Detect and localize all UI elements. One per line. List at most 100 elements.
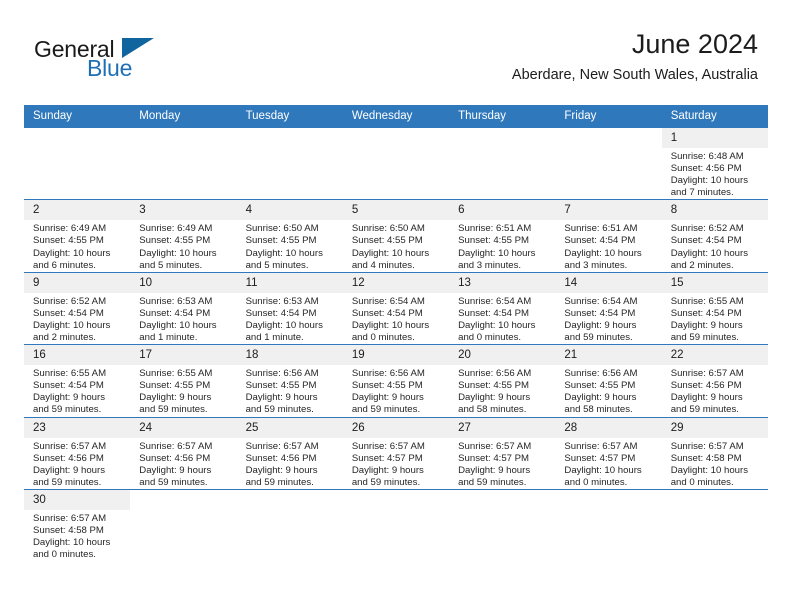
sunset-text: Sunset: 4:56 PM <box>139 452 211 464</box>
daylight-text-line1: Daylight: 9 hours <box>351 392 424 404</box>
day-details: Sunrise: 6:57 AM Sunset: 4:56 PM Daylight:… <box>662 365 768 416</box>
sunrise-text: Sunrise: 6:57 AM <box>33 512 107 524</box>
day-number: 13 <box>449 272 556 293</box>
sunrise-text: Sunrise: 6:52 AM <box>670 223 744 235</box>
location-subtitle: Aberdare, New South Wales, Australia <box>511 67 758 83</box>
sunset-text: Sunset: 4:54 PM <box>351 307 423 319</box>
daylight-text-line1: Daylight: 9 hours <box>245 464 318 476</box>
sunrise-text: Sunrise: 6:57 AM <box>670 368 744 380</box>
sunrise-text: Sunrise: 6:57 AM <box>33 440 107 452</box>
calendar-day-cell[interactable]: 26 Sunrise: 6:57 AM Sunset: 4:57 PM Dayligh… <box>342 416 450 490</box>
title-block: June 2024 Aberdare, New South Wales, Aus… <box>512 28 758 84</box>
calendar-day-cell[interactable]: 1 Sunrise: 6:48 AM Sunset: 4:56 PM Daylight… <box>661 126 768 200</box>
calendar-body: 1 Sunrise: 6:48 AM Sunset: 4:56 PM Daylight… <box>24 126 768 562</box>
calendar-day-cell[interactable]: 6 Sunrise: 6:51 AM Sunset: 4:55 PM Daylight… <box>449 199 556 273</box>
daylight-text-line1: Daylight: 10 hours <box>33 319 111 331</box>
calendar-day-cell[interactable]: 19 Sunrise: 6:56 AM Sunset: 4:55 PM Dayligh… <box>342 344 450 417</box>
day-details: Sunrise: 6:48 AM Sunset: 4:56 PM Daylight:… <box>662 148 768 199</box>
daylight-text-line1: Daylight: 10 hours <box>351 319 430 331</box>
weekday-header-saturday: Saturday <box>661 105 768 128</box>
sunrise-text: Sunrise: 6:57 AM <box>351 440 425 452</box>
calendar-day-cell[interactable]: 5 Sunrise: 6:50 AM Sunset: 4:55 PM Daylight… <box>342 199 450 273</box>
calendar-day-cell[interactable]: 15 Sunrise: 6:55 AM Sunset: 4:54 PM Dayligh… <box>661 271 768 345</box>
daylight-text-line1: Daylight: 9 hours <box>564 392 637 404</box>
daylight-text-line2: and 59 minutes. <box>351 404 421 416</box>
day-number: 21 <box>555 345 662 366</box>
sunrise-text: Sunrise: 6:54 AM <box>564 295 638 307</box>
calendar-day-cell-empty <box>555 126 662 200</box>
sunset-text: Sunset: 4:54 PM <box>245 307 317 319</box>
day-details: Sunrise: 6:56 AM Sunset: 4:55 PM Daylight:… <box>343 365 449 416</box>
daylight-text-line2: and 1 minute. <box>245 332 304 344</box>
day-details: Sunrise: 6:54 AM Sunset: 4:54 PM Daylight:… <box>449 293 555 344</box>
logo-text-blue: Blue <box>87 55 133 81</box>
daylight-text-line2: and 59 minutes. <box>245 476 314 488</box>
calendar-week-row: 23 Sunrise: 6:57 AM Sunset: 4:56 PM Dayligh… <box>24 416 768 490</box>
day-number: 11 <box>236 272 343 293</box>
day-number: 20 <box>449 345 556 366</box>
sunset-text: Sunset: 4:55 PM <box>458 235 530 247</box>
sunset-text: Sunset: 4:58 PM <box>33 524 104 536</box>
weekday-header-thursday: Thursday <box>449 105 556 128</box>
weekday-header-wednesday: Wednesday <box>342 105 450 128</box>
calendar-day-cell[interactable]: 18 Sunrise: 6:56 AM Sunset: 4:55 PM Dayligh… <box>236 344 343 417</box>
calendar-day-cell[interactable]: 24 Sunrise: 6:57 AM Sunset: 4:56 PM Dayligh… <box>130 416 237 490</box>
calendar-day-cell[interactable]: 4 Sunrise: 6:50 AM Sunset: 4:55 PM Daylight… <box>236 199 343 273</box>
day-number: 16 <box>24 345 131 366</box>
calendar-day-cell[interactable]: 25 Sunrise: 6:57 AM Sunset: 4:56 PM Dayligh… <box>236 416 343 490</box>
calendar-day-cell[interactable]: 7 Sunrise: 6:51 AM Sunset: 4:54 PM Daylight… <box>555 199 662 273</box>
daylight-text-line2: and 59 minutes. <box>139 476 208 488</box>
sunset-text: Sunset: 4:56 PM <box>245 452 317 464</box>
calendar-day-cell[interactable]: 11 Sunrise: 6:53 AM Sunset: 4:54 PM Dayligh… <box>236 271 343 345</box>
calendar-day-cell[interactable]: 29 Sunrise: 6:57 AM Sunset: 4:58 PM Dayligh… <box>661 416 768 490</box>
calendar-day-cell[interactable]: 22 Sunrise: 6:57 AM Sunset: 4:56 PM Dayligh… <box>661 344 768 417</box>
day-number: 1 <box>661 128 768 148</box>
day-details: Sunrise: 6:57 AM Sunset: 4:56 PM Daylight:… <box>237 438 343 489</box>
sunset-text: Sunset: 4:56 PM <box>670 380 742 392</box>
sunset-text: Sunset: 4:55 PM <box>245 235 317 247</box>
sunset-text: Sunset: 4:57 PM <box>351 452 423 464</box>
day-details: Sunrise: 6:51 AM Sunset: 4:55 PM Daylight:… <box>449 220 555 271</box>
calendar-day-cell[interactable]: 9 Sunrise: 6:52 AM Sunset: 4:54 PM Daylight… <box>24 271 131 345</box>
calendar-day-cell[interactable]: 17 Sunrise: 6:55 AM Sunset: 4:55 PM Dayligh… <box>130 344 237 417</box>
sunrise-text: Sunrise: 6:54 AM <box>458 295 532 307</box>
daylight-text-line1: Daylight: 10 hours <box>245 319 323 331</box>
calendar-day-cell[interactable]: 20 Sunrise: 6:56 AM Sunset: 4:55 PM Dayligh… <box>449 344 556 417</box>
day-details: Sunrise: 6:57 AM Sunset: 4:56 PM Daylight:… <box>130 438 236 489</box>
calendar-day-cell[interactable]: 23 Sunrise: 6:57 AM Sunset: 4:56 PM Dayligh… <box>24 416 131 490</box>
day-details: Sunrise: 6:55 AM Sunset: 4:54 PM Daylight:… <box>662 293 768 344</box>
daylight-text-line2: and 1 minute. <box>139 332 198 344</box>
daylight-text-line1: Daylight: 9 hours <box>139 392 212 404</box>
calendar-day-cell[interactable]: 30 Sunrise: 6:57 AM Sunset: 4:58 PM Dayligh… <box>24 488 131 562</box>
calendar-day-cell[interactable]: 2 Sunrise: 6:49 AM Sunset: 4:55 PM Daylight… <box>24 199 131 273</box>
day-number: 12 <box>342 272 450 293</box>
calendar-day-cell[interactable]: 12 Sunrise: 6:54 AM Sunset: 4:54 PM Dayligh… <box>342 271 450 345</box>
calendar-week-row: 2 Sunrise: 6:49 AM Sunset: 4:55 PM Daylight… <box>24 199 768 273</box>
calendar-day-cell[interactable]: 8 Sunrise: 6:52 AM Sunset: 4:54 PM Daylight… <box>661 199 768 273</box>
calendar-day-cell[interactable]: 27 Sunrise: 6:57 AM Sunset: 4:57 PM Dayligh… <box>449 416 556 490</box>
daylight-text-line1: Daylight: 10 hours <box>458 247 536 259</box>
sunrise-text: Sunrise: 6:52 AM <box>33 295 107 307</box>
day-number: 19 <box>342 345 450 366</box>
day-number: 25 <box>236 417 343 438</box>
day-number: 28 <box>555 417 662 438</box>
day-number: 30 <box>24 489 131 510</box>
calendar-day-cell[interactable]: 10 Sunrise: 6:53 AM Sunset: 4:54 PM Dayligh… <box>130 271 237 345</box>
calendar-day-cell-empty <box>130 126 237 200</box>
sunrise-text: Sunrise: 6:50 AM <box>351 223 425 235</box>
calendar-day-cell[interactable]: 21 Sunrise: 6:56 AM Sunset: 4:55 PM Dayligh… <box>555 344 662 417</box>
sunset-text: Sunset: 4:55 PM <box>139 380 211 392</box>
calendar-day-cell[interactable]: 13 Sunrise: 6:54 AM Sunset: 4:54 PM Dayligh… <box>449 271 556 345</box>
sunrise-text: Sunrise: 6:51 AM <box>564 223 638 235</box>
daylight-text-line1: Daylight: 9 hours <box>458 464 531 476</box>
calendar-day-cell-empty <box>236 126 343 200</box>
calendar-day-cell[interactable]: 3 Sunrise: 6:49 AM Sunset: 4:55 PM Daylight… <box>130 199 237 273</box>
calendar-day-cell[interactable]: 16 Sunrise: 6:55 AM Sunset: 4:54 PM Dayligh… <box>24 344 131 417</box>
day-details: Sunrise: 6:57 AM Sunset: 4:58 PM Daylight:… <box>662 438 768 489</box>
day-details: Sunrise: 6:53 AM Sunset: 4:54 PM Daylight:… <box>130 293 236 344</box>
calendar-week-row: 1 Sunrise: 6:48 AM Sunset: 4:56 PM Daylight… <box>24 126 768 200</box>
calendar-day-cell-empty <box>342 126 450 200</box>
daylight-text-line1: Daylight: 10 hours <box>33 247 111 259</box>
calendar-day-cell[interactable]: 14 Sunrise: 6:54 AM Sunset: 4:54 PM Dayligh… <box>555 271 662 345</box>
calendar-day-cell[interactable]: 28 Sunrise: 6:57 AM Sunset: 4:57 PM Dayligh… <box>555 416 662 490</box>
